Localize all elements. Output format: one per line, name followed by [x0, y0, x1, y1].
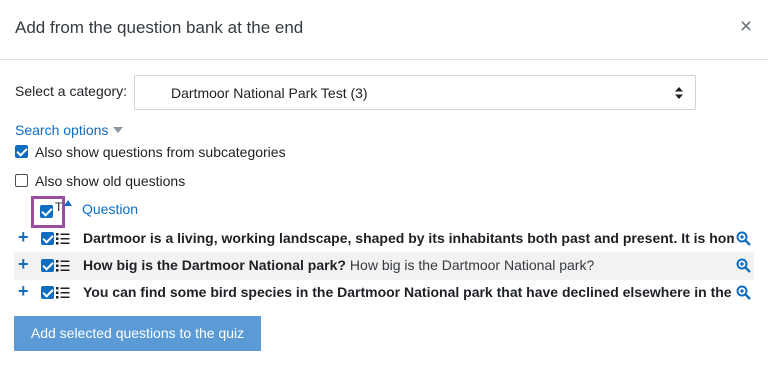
question-row: + You can find some bird species in the …	[14, 279, 754, 307]
question-text: How big is the Dartmoor National park?	[349, 257, 595, 273]
select-all-checkbox[interactable]	[40, 205, 53, 218]
question-row: + Dartmoor is a living, working landscap…	[14, 225, 754, 253]
search-options-label: Search options	[15, 122, 109, 138]
preview-zoom-icon[interactable]	[736, 231, 751, 246]
preview-zoom-icon[interactable]	[736, 285, 751, 300]
caret-down-icon	[113, 127, 124, 134]
category-label: Select a category:	[15, 83, 128, 99]
preview-zoom-icon[interactable]	[736, 258, 751, 273]
modal-title: Add from the question bank at the end	[15, 18, 304, 37]
sort-ascending-icon	[64, 200, 72, 206]
question-checkbox[interactable]	[41, 286, 54, 299]
modal-header: Add from the question bank at the end ×	[0, 0, 768, 60]
question-name: How big is the Dartmoor National park?	[83, 257, 346, 273]
add-selected-questions-button[interactable]: Add selected questions to the quiz	[14, 316, 261, 351]
multichoice-type-icon	[56, 287, 70, 299]
add-plus-icon[interactable]: +	[18, 282, 29, 300]
old-questions-checkbox[interactable]	[15, 174, 28, 187]
question-checkbox[interactable]	[41, 232, 54, 245]
add-plus-icon[interactable]: +	[18, 228, 29, 246]
question-name: You can find some bird species in the Da…	[83, 284, 732, 300]
close-button[interactable]: ×	[738, 16, 754, 37]
old-questions-label: Also show old questions	[35, 173, 186, 189]
question-row: + How big is the Dartmoor National park?…	[14, 252, 754, 280]
subcategories-checkbox[interactable]	[15, 145, 28, 158]
question-checkbox[interactable]	[41, 259, 54, 272]
select-arrows-icon	[675, 87, 683, 99]
question-column-header[interactable]: Question	[82, 201, 138, 217]
multichoice-type-icon	[56, 233, 70, 245]
search-options-toggle[interactable]: Search options	[15, 122, 124, 138]
multichoice-type-icon	[56, 260, 70, 272]
question-name: Dartmoor is a living, working landscape,…	[83, 230, 734, 246]
add-plus-icon[interactable]: +	[18, 255, 29, 273]
category-select[interactable]: Dartmoor National Park Test (3)	[134, 75, 696, 110]
sort-type-header[interactable]: T	[55, 200, 62, 214]
subcategories-label: Also show questions from subcategories	[35, 144, 286, 160]
category-select-value: Dartmoor National Park Test (3)	[171, 85, 368, 101]
